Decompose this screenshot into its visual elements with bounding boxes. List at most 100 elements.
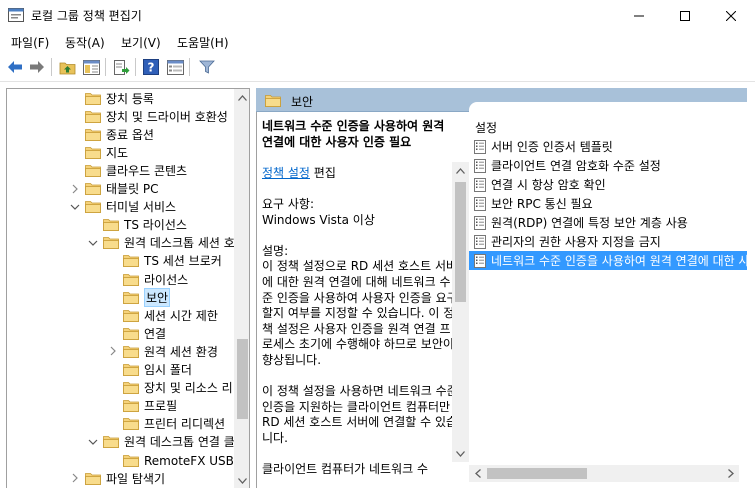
toolbar: ? [0,52,755,82]
desc-scroll-down-button[interactable] [452,445,469,462]
policy-setting-icon [474,139,486,154]
tree-item[interactable]: 파일 탐색기 [72,469,165,487]
description-vertical-scrollbar[interactable] [452,162,469,462]
tree-item[interactable]: RemoteFX USB 디바이스 리디렉션 [123,451,249,469]
tree-item-label: 세션 시간 제한 [144,308,218,323]
back-button[interactable] [5,57,25,77]
menu-action[interactable]: 동작(A) [65,34,105,51]
tree-pane[interactable]: 장치 등록 장치 및 드라이버 호환성 종료 옵션 지도 클라우드 콘텐츠 태블릿 PC 터… [6,88,250,488]
setting-row[interactable]: 연결 시 항상 암호 확인 [469,175,747,194]
folder-icon [123,418,139,431]
tree-item-label: 원격 데스크톱 연결 클라이언트 [124,435,249,450]
edit-line: 정책 설정 편집 [262,166,458,182]
chevron-down-icon [238,477,247,484]
title-bar: 로컬 그룹 정책 편집기 [0,0,755,31]
tree-item[interactable]: 터미널 서비스 [70,198,176,216]
expand-chevron-right-icon[interactable] [108,346,118,356]
maximize-button[interactable] [662,0,708,31]
policy-title: 네트워크 수준 인증을 사용하여 원격 연결에 대한 사용자 인증 필요 [262,119,445,149]
tree-scrollbar-thumb[interactable] [237,339,248,419]
tree-item[interactable]: 장치 등록 [85,89,154,107]
minimize-button[interactable] [616,0,662,31]
filter-icon [199,60,215,74]
folder-icon [123,255,139,268]
expand-chevron-down-icon[interactable] [88,238,98,248]
tree-item[interactable]: 원격 세션 환경 [110,342,218,360]
settings-scrollbar-thumb[interactable] [487,468,587,479]
folder-icon [85,92,101,105]
menu-help[interactable]: 도움말(H) [177,34,229,51]
toolbar-separator [135,58,136,76]
tree-vertical-scrollbar[interactable] [234,89,249,488]
setting-row[interactable]: 원격(RDP) 연결에 특정 보안 계층 사용 [469,213,747,232]
window-title: 로컬 그룹 정책 편집기 [31,9,142,23]
back-arrow-icon [8,61,22,73]
tree-item[interactable]: TS 라이선스 [103,216,187,234]
scroll-up-button[interactable] [234,89,249,106]
scroll-right-button[interactable] [722,465,739,482]
folder-icon [103,237,119,250]
tree-item-label: 라이선스 [144,272,189,287]
tree-item-label: 프로필 [144,399,178,414]
show-hide-tree-button[interactable] [81,57,101,77]
setting-row[interactable]: 클라이언트 연결 암호화 수준 설정 [469,156,747,175]
chevron-up-icon [238,94,247,101]
menu-view[interactable]: 보기(V) [121,34,161,51]
tree-item[interactable]: 태블릿 PC [72,180,159,198]
scroll-left-button[interactable] [469,465,486,482]
expand-chevron-right-icon[interactable] [70,473,80,483]
tree-item[interactable]: 클라우드 콘텐츠 [85,161,187,179]
settings-list-pane[interactable]: 설정 서버 인증 인증서 템플릿 클라이언트 연결 암호화 수준 설정 연결 시 항… [469,102,747,488]
column-header-setting[interactable]: 설정 [475,119,497,136]
expand-chevron-right-icon[interactable] [70,184,80,194]
menu-file[interactable]: 파일(F) [11,34,49,51]
close-button[interactable] [708,0,754,31]
setting-label: 원격(RDP) 연결에 특정 보안 계층 사용 [491,216,688,230]
tree-item[interactable]: 원격 데스크톱 연결 클라이언트 [88,433,249,451]
properties-button[interactable] [165,57,185,77]
properties-icon [166,59,184,75]
forward-button[interactable] [27,57,47,77]
help-button[interactable]: ? [141,57,161,77]
tree-item[interactable]: 프린터 리디렉션 [123,415,225,433]
desc-scrollbar-thumb[interactable] [455,182,466,302]
folder-icon [85,110,101,123]
tree-item[interactable]: 원격 데스크톱 세션 호스트 [88,234,249,252]
policy-setting-icon [474,234,486,249]
tree-item[interactable]: 세션 시간 제한 [123,306,218,324]
description-paragraph-2: 이 정책 설정을 사용하면 네트워크 수준 인증을 지원하는 클라이언트 컴퓨터… [262,384,458,445]
chevron-down-icon [456,450,465,457]
scroll-down-button[interactable] [234,472,249,488]
tree-item[interactable]: 연결 [123,324,166,342]
folder-icon [265,95,281,107]
tree-item-label: 프린터 리디렉션 [144,417,226,432]
export-list-button[interactable] [111,57,131,77]
tree-item[interactable]: 보안 [123,287,171,307]
desc-scroll-up-button[interactable] [452,162,469,179]
tree-item[interactable]: 지도 [85,143,128,161]
tree-item[interactable]: TS 세션 브로커 [123,252,222,270]
group-policy-app-icon [8,8,24,22]
settings-horizontal-scrollbar[interactable] [469,465,739,482]
tree-item[interactable]: 장치 및 리소스 리디렉션 [123,379,249,397]
setting-row[interactable]: 서버 인증 인증서 템플릿 [469,137,747,156]
setting-row[interactable]: 네트워크 수준 인증을 사용하여 원격 연결에 대한 사용자 인증 필요 [469,251,747,270]
up-button[interactable] [57,57,77,77]
toolbar-separator [189,58,190,76]
setting-row[interactable]: 보안 RPC 통신 필요 [469,194,747,213]
expand-chevron-down-icon[interactable] [88,437,98,447]
edit-policy-link[interactable]: 정책 설정 [262,166,310,180]
requirements-label: 요구 사항: [262,196,315,211]
tree-item[interactable]: 임시 폴더 [123,361,192,379]
tree-item[interactable]: 프로필 [123,397,177,415]
tree-item[interactable]: 라이선스 [123,270,188,288]
tree-item[interactable]: 종료 옵션 [85,125,154,143]
expand-chevron-down-icon[interactable] [70,202,80,212]
filter-button[interactable] [197,57,217,77]
folder-icon [85,164,101,177]
folder-icon [103,436,119,449]
folder-icon [123,400,139,413]
right-pane-title: 보안 [291,95,314,109]
setting-row[interactable]: 관리자의 권한 사용자 지정을 금지 [469,232,747,251]
tree-item[interactable]: 장치 및 드라이버 호환성 [85,107,228,125]
